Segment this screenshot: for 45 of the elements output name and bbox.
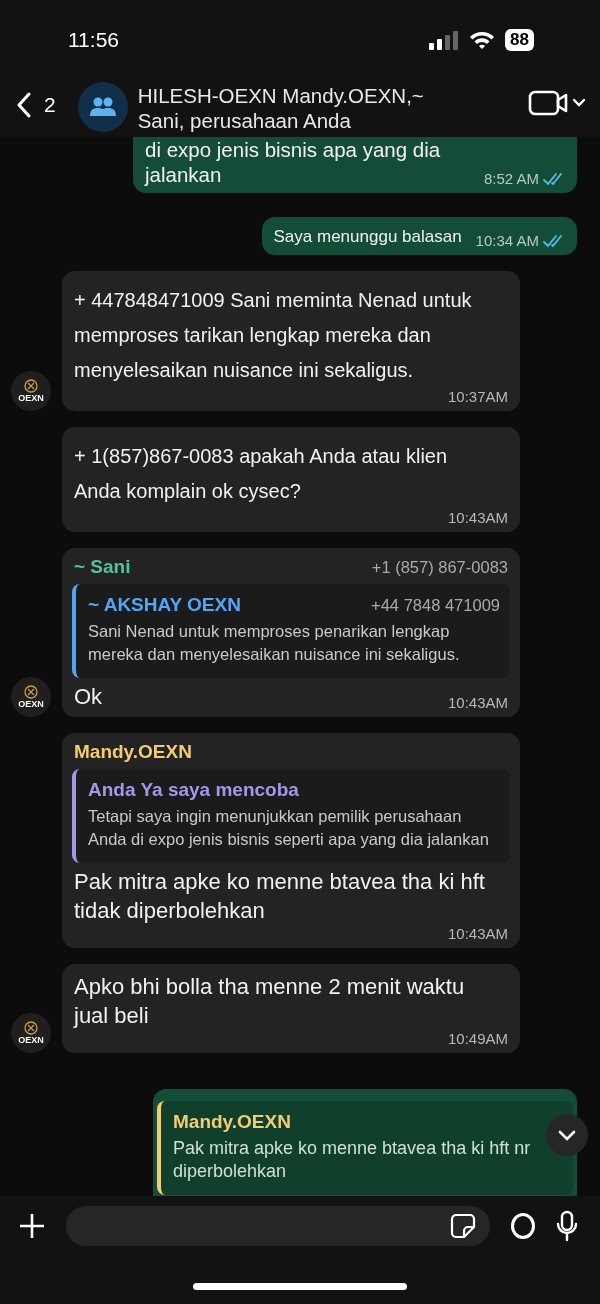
- quote-author: Anda Ya saya mencoba: [88, 779, 299, 801]
- battery-indicator: 88: [505, 29, 534, 51]
- quoted-message[interactable]: ~ AKSHAY OEXN +44 7848 471009 Sani Nenad untuk memproses penarikan lengkap mereka dan menyelesaikan nuisance ini sekaligus.: [72, 584, 510, 678]
- status-time: 11:56: [68, 28, 119, 52]
- message-time: 10:43AM: [447, 925, 508, 942]
- back-button[interactable]: 2: [16, 80, 56, 118]
- quote-text: Pak mitra apke ko menne btavea tha ki hft nr diperbolehkan: [173, 1137, 532, 1183]
- message-text: Saya menunggu balasan: [273, 226, 462, 248]
- message-time: 8:52 AM: [483, 170, 539, 187]
- microphone-icon[interactable]: [556, 1209, 578, 1242]
- wifi-icon: [469, 30, 496, 50]
- chevron-down-icon[interactable]: [557, 1128, 577, 1141]
- message-time: 10:34 AM: [475, 232, 539, 249]
- sender-avatar[interactable]: OEXN: [11, 1013, 51, 1053]
- signal-icon: [429, 30, 460, 50]
- quote-text: Sani Nenad untuk memproses penarikan lengkap mereka dan menyelesaikan nuisance ini sekaligus.: [88, 621, 461, 665]
- message-time: 10:49AM: [447, 1030, 508, 1047]
- quoted-message[interactable]: Anda Ya saya mencoba Tetapi saya ingin menunjukkan pemilik perusahaan Anda di expo jenis bisnis seperti apa yang dia jalankan: [72, 769, 510, 863]
- camera-icon[interactable]: [510, 1211, 536, 1240]
- message-input-field[interactable]: [66, 1205, 490, 1246]
- sender-avatar[interactable]: OEXN: [11, 371, 51, 411]
- message-time: 10:37AM: [447, 388, 508, 405]
- group-avatar[interactable]: [77, 82, 128, 132]
- plus-icon[interactable]: [18, 1211, 46, 1240]
- message-text: Apko bhi bolla tha menne 2 menit waktu jual beli: [74, 973, 466, 1030]
- quote-author: ~ AKSHAY OEXN: [88, 594, 241, 616]
- message-text: di expo jenis bisnis apa yang dia jalankan: [145, 137, 442, 187]
- sticker-icon[interactable]: [450, 1212, 476, 1239]
- chevron-left-icon[interactable]: [16, 92, 32, 118]
- quote-phone: +44 7848 471009: [371, 595, 500, 615]
- quote-text: Tetapi saya ingin menunjukkan pemilik perusahaan Anda di expo jenis bisnis seperti apa yang dia jalankan: [88, 806, 490, 850]
- sender-avatar[interactable]: OEXN: [11, 677, 51, 717]
- sender-name[interactable]: Mandy.OEXN: [74, 741, 192, 763]
- sender-phone: +1 (857) 867-0083: [371, 557, 508, 577]
- message-text: + 1(857)867-0083 apakah Anda atau klien Anda komplain ok cysec?: [74, 444, 449, 504]
- sender-name[interactable]: ~ Sani: [74, 556, 131, 578]
- chat-title[interactable]: HILESH-OEXN Mandy.OEXN,~ Sani, perusahaan Anda: [137, 80, 438, 137]
- message-time: 10:43AM: [447, 694, 508, 711]
- message-text: Ok: [74, 683, 103, 711]
- message-text: + 447848471009 Sani meminta Nenad untuk memproses tarikan lengkap mereka dan menyelesaikan nuisance ini sekaligus.: [74, 288, 473, 383]
- message-text: Pak mitra apke ko menne btavea tha ki hft tidak diperbolehkan: [74, 868, 486, 925]
- quoted-message[interactable]: Mandy.OEXN Pak mitra apke ko menne btavea tha ki hft nr diperbolehkan: [157, 1101, 573, 1195]
- quote-author: Mandy.OEXN: [173, 1111, 291, 1133]
- message-time: 10:43AM: [447, 509, 508, 526]
- home-indicator[interactable]: [193, 1282, 407, 1290]
